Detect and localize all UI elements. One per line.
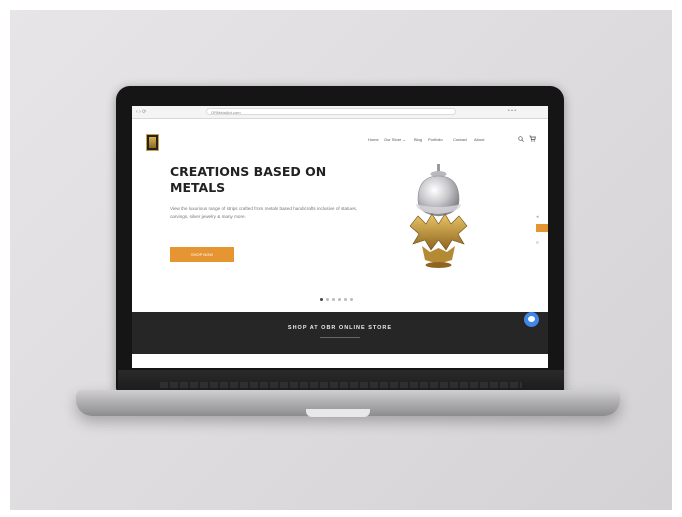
cart-icon[interactable] (529, 135, 536, 142)
carousel-dot[interactable] (320, 298, 323, 301)
nav-item-our-store[interactable]: Our Store ⌄ (384, 137, 406, 142)
laptop-screen: ‹ › ⟳ ORMetalArt.com • • • Home Our Stor… (132, 106, 548, 368)
shop-now-button[interactable]: SHOP NOW (170, 247, 234, 262)
carousel-dot[interactable] (332, 298, 335, 301)
banner-underline (320, 337, 360, 338)
side-feedback-tab[interactable] (536, 224, 548, 232)
hero-title: CREATIONS BASED ON METALS (170, 164, 370, 196)
nav-item-blog[interactable]: Blog (414, 137, 422, 142)
search-icon[interactable] (518, 136, 524, 142)
nav-item-about[interactable]: About (474, 137, 484, 142)
hero-title-line2: METALS (170, 180, 226, 195)
carousel-dot[interactable] (326, 298, 329, 301)
address-bar[interactable]: ORMetalArt.com (206, 108, 456, 115)
store-banner: SHOP AT OBR ONLINE STORE (132, 312, 548, 354)
browser-toolbar: ‹ › ⟳ ORMetalArt.com • • • (132, 106, 548, 119)
nav-item-home[interactable]: Home (368, 137, 379, 142)
store-banner-title: SHOP AT OBR ONLINE STORE (287, 325, 393, 331)
carousel-dot[interactable] (344, 298, 347, 301)
chat-widget-button[interactable] (524, 312, 539, 327)
laptop-keyboard-edge (160, 382, 522, 388)
metal-lamp-product-image (409, 164, 468, 268)
laptop-open-notch (306, 409, 370, 417)
nav-item-portfolio[interactable]: Portfolio (428, 137, 443, 142)
hero-description: View the luxurious range of strips craft… (170, 206, 358, 219)
carousel-dot[interactable] (338, 298, 341, 301)
browser-nav-controls[interactable]: ‹ › ⟳ (136, 109, 146, 115)
side-share-icon[interactable]: ◂ (536, 214, 539, 220)
nav-item-contact[interactable]: Contact (453, 137, 467, 142)
browser-extensions[interactable]: • • • (508, 108, 516, 114)
site-logo[interactable] (146, 134, 159, 151)
carousel-dot[interactable] (350, 298, 353, 301)
side-social-icon[interactable]: ≡ (536, 240, 539, 246)
carousel-indicators (320, 298, 353, 301)
hero-title-line1: CREATIONS BASED ON (170, 164, 327, 179)
